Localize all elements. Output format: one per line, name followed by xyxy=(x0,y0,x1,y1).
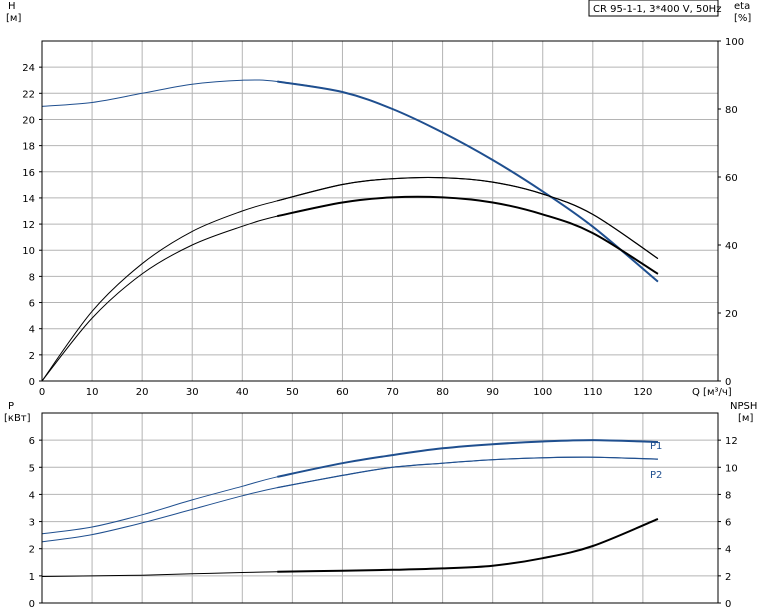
series-line-NPSH xyxy=(41,518,659,577)
bottom-series xyxy=(41,439,659,577)
bottom-y2-axis-label: NPSH xyxy=(730,401,757,412)
series-line-duty-P2 xyxy=(277,456,658,489)
y-tick-label: 3 xyxy=(29,518,35,529)
top-y-axis-unit: [м] xyxy=(6,13,21,24)
series-line-duty-NPSH xyxy=(277,517,659,573)
top-y2-axis-unit: [%] xyxy=(734,13,751,24)
y-tick-label: 2 xyxy=(29,351,35,362)
bottom-y2-tick-labels: 0 2 4 6 8 10 12 xyxy=(718,436,738,610)
chart-title: CR 95-1-1, 3*400 V, 50Hz xyxy=(593,4,721,15)
y-tick-label: 4 xyxy=(29,325,35,336)
series-line-H xyxy=(41,79,659,282)
x-tick-label: 90 xyxy=(486,387,499,398)
x-tick-label: 100 xyxy=(533,387,552,398)
top-y-tick-labels: 024681012141618202224 xyxy=(22,63,42,388)
pump-performance-chart: 0 10 20 30 40 50 60 70 80 90 100 110 120 02468101214… xyxy=(4,0,757,610)
series-line-P2 xyxy=(41,456,658,543)
x-tick-label: 50 xyxy=(286,387,299,398)
y-tick-label: 0 xyxy=(29,377,35,388)
y2-tick-label: 40 xyxy=(725,241,738,252)
y-tick-label: 10 xyxy=(22,246,35,257)
y-tick-label: 20 xyxy=(22,115,35,126)
y-tick-label: 6 xyxy=(29,436,35,447)
bottom-panel: 0123456 024681012 P [кВт] NPSH [м] P1 P2 xyxy=(4,401,757,610)
top-series xyxy=(41,79,659,382)
y-tick-label: 1 xyxy=(29,572,35,583)
top-grid xyxy=(42,41,718,381)
top-y2-tick-labels: 020406080100 xyxy=(718,37,744,388)
x-tick-label: 10 xyxy=(86,387,99,398)
x-tick-label: 80 xyxy=(436,387,449,398)
top-y2-axis-label: eta xyxy=(734,1,750,12)
y-tick-label: 18 xyxy=(22,142,35,153)
series-line-duty-eta-upper xyxy=(277,176,659,260)
y2-tick-label: 4 xyxy=(725,545,731,556)
bottom-y-axis-unit: [кВт] xyxy=(4,413,31,424)
y2-tick-label: 6 xyxy=(725,518,731,529)
series-line-duty-H xyxy=(277,80,659,283)
x-tick-label: 40 xyxy=(236,387,249,398)
y-tick-label: 14 xyxy=(22,194,35,205)
y-tick-label: 8 xyxy=(29,272,35,283)
y-tick-label: 22 xyxy=(22,89,35,100)
x-tick-label: 60 xyxy=(336,387,349,398)
y-tick-label: 4 xyxy=(29,490,35,501)
bottom-y2-axis-unit: [м] xyxy=(738,413,753,424)
top-x-axis-label: Q [м³/ч] xyxy=(692,387,732,398)
bottom-y-axis-label: P xyxy=(8,401,14,412)
y2-tick-label: 60 xyxy=(725,173,738,184)
x-tick-label: 0 xyxy=(39,387,45,398)
x-tick-label: 20 xyxy=(136,387,149,398)
y2-tick-label: 0 xyxy=(725,599,731,610)
y2-tick-label: 80 xyxy=(725,105,738,116)
y2-tick-label: 100 xyxy=(725,37,744,48)
y-tick-label: 2 xyxy=(29,545,35,556)
y2-tick-label: 12 xyxy=(725,436,738,447)
series-line-duty-P1 xyxy=(277,439,658,478)
y-tick-label: 24 xyxy=(22,63,35,74)
top-y-axis-label: H xyxy=(8,1,16,12)
y2-tick-label: 8 xyxy=(725,490,731,501)
y2-tick-label: 20 xyxy=(725,309,738,320)
y-tick-label: 0 xyxy=(29,599,35,610)
y-tick-label: 16 xyxy=(22,168,35,179)
x-tick-label: 30 xyxy=(186,387,199,398)
y-tick-label: 5 xyxy=(29,463,35,474)
y-tick-label: 6 xyxy=(29,299,35,310)
x-tick-label: 110 xyxy=(583,387,602,398)
x-tick-label: 120 xyxy=(633,387,652,398)
y2-tick-label: 2 xyxy=(725,572,731,583)
top-panel: 0 10 20 30 40 50 60 70 80 90 100 110 120 02468101214… xyxy=(6,0,751,398)
series-label-p2: P2 xyxy=(650,470,662,481)
top-x-tick-labels: 0 10 20 30 40 50 60 70 80 90 100 110 120 xyxy=(39,387,653,398)
series-line-P1 xyxy=(41,439,658,535)
y-tick-label: 12 xyxy=(22,220,35,231)
top-plot-frame xyxy=(41,40,719,382)
bottom-y-tick-labels: 0 1 2 3 4 5 6 xyxy=(29,436,42,610)
series-label-p1: P1 xyxy=(650,441,662,452)
x-tick-label: 70 xyxy=(386,387,399,398)
series-line-duty-eta-lower xyxy=(277,195,659,275)
y2-tick-label: 10 xyxy=(725,463,738,474)
